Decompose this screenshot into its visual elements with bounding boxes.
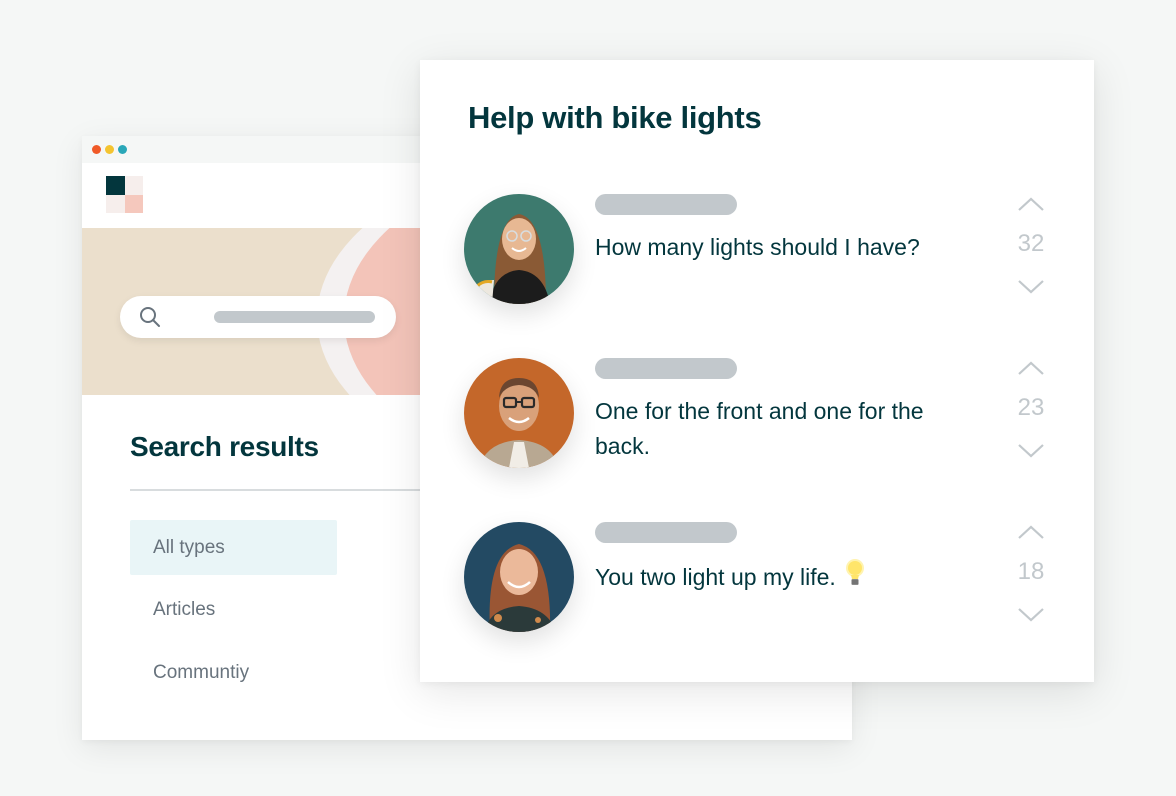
avatar[interactable] — [464, 522, 574, 632]
avatar[interactable] — [464, 358, 574, 468]
avatar-image — [464, 522, 574, 632]
post-text-content: You two light up my life. — [595, 564, 836, 590]
avatar-image — [464, 194, 574, 304]
vote-count: 23 — [1017, 394, 1045, 421]
avatar[interactable] — [464, 194, 574, 304]
upvote-chevron-icon[interactable] — [1017, 524, 1045, 540]
filter-community[interactable]: Communtiy — [130, 645, 337, 700]
post-text: One for the front and one for the back. — [595, 398, 924, 459]
minimize-window-dot[interactable] — [105, 145, 114, 154]
vote-widget: 18 — [1010, 522, 1052, 632]
downvote-chevron-icon[interactable] — [1017, 607, 1045, 623]
avatar-image — [464, 358, 574, 468]
close-window-dot[interactable] — [92, 145, 101, 154]
upvote-chevron-icon[interactable] — [1017, 196, 1045, 212]
author-name-placeholder — [595, 522, 737, 543]
author-name-placeholder — [595, 358, 737, 379]
thread-title: Help with bike lights — [468, 100, 762, 135]
logo-square — [106, 176, 125, 195]
filter-label: Articles — [153, 599, 216, 620]
post-text: You two light up my life. — [595, 558, 945, 595]
search-placeholder-bar — [214, 311, 375, 323]
qa-thread-card: Help with bike lights How many lights sh… — [420, 60, 1094, 682]
logo-square — [124, 194, 143, 213]
downvote-chevron-icon[interactable] — [1017, 279, 1045, 295]
author-name-placeholder — [595, 194, 737, 215]
brand-logo[interactable] — [106, 176, 143, 213]
logo-square — [124, 176, 143, 195]
filter-articles[interactable]: Articles — [130, 582, 337, 637]
vote-count: 18 — [1017, 558, 1045, 585]
upvote-chevron-icon[interactable] — [1017, 360, 1045, 376]
filter-label: Communtiy — [153, 662, 250, 683]
vote-count: 32 — [1017, 230, 1045, 257]
filter-label: All types — [153, 537, 225, 558]
vote-widget: 32 — [1010, 194, 1052, 304]
filter-all-types[interactable]: All types — [130, 520, 337, 575]
maximize-window-dot[interactable] — [118, 145, 127, 154]
downvote-chevron-icon[interactable] — [1017, 443, 1045, 459]
post-item: One for the front and one for the back. … — [420, 358, 1094, 488]
post-item: You two light up my life. 18 — [420, 522, 1094, 652]
post-text: How many lights should I have? — [595, 234, 920, 260]
search-input[interactable] — [120, 296, 396, 338]
vote-widget: 23 — [1010, 358, 1052, 468]
post-item: How many lights should I have? 32 — [420, 194, 1094, 324]
logo-square — [106, 194, 125, 213]
results-title: Search results — [130, 431, 319, 462]
search-icon — [140, 307, 160, 327]
lightbulb-icon — [845, 559, 864, 585]
